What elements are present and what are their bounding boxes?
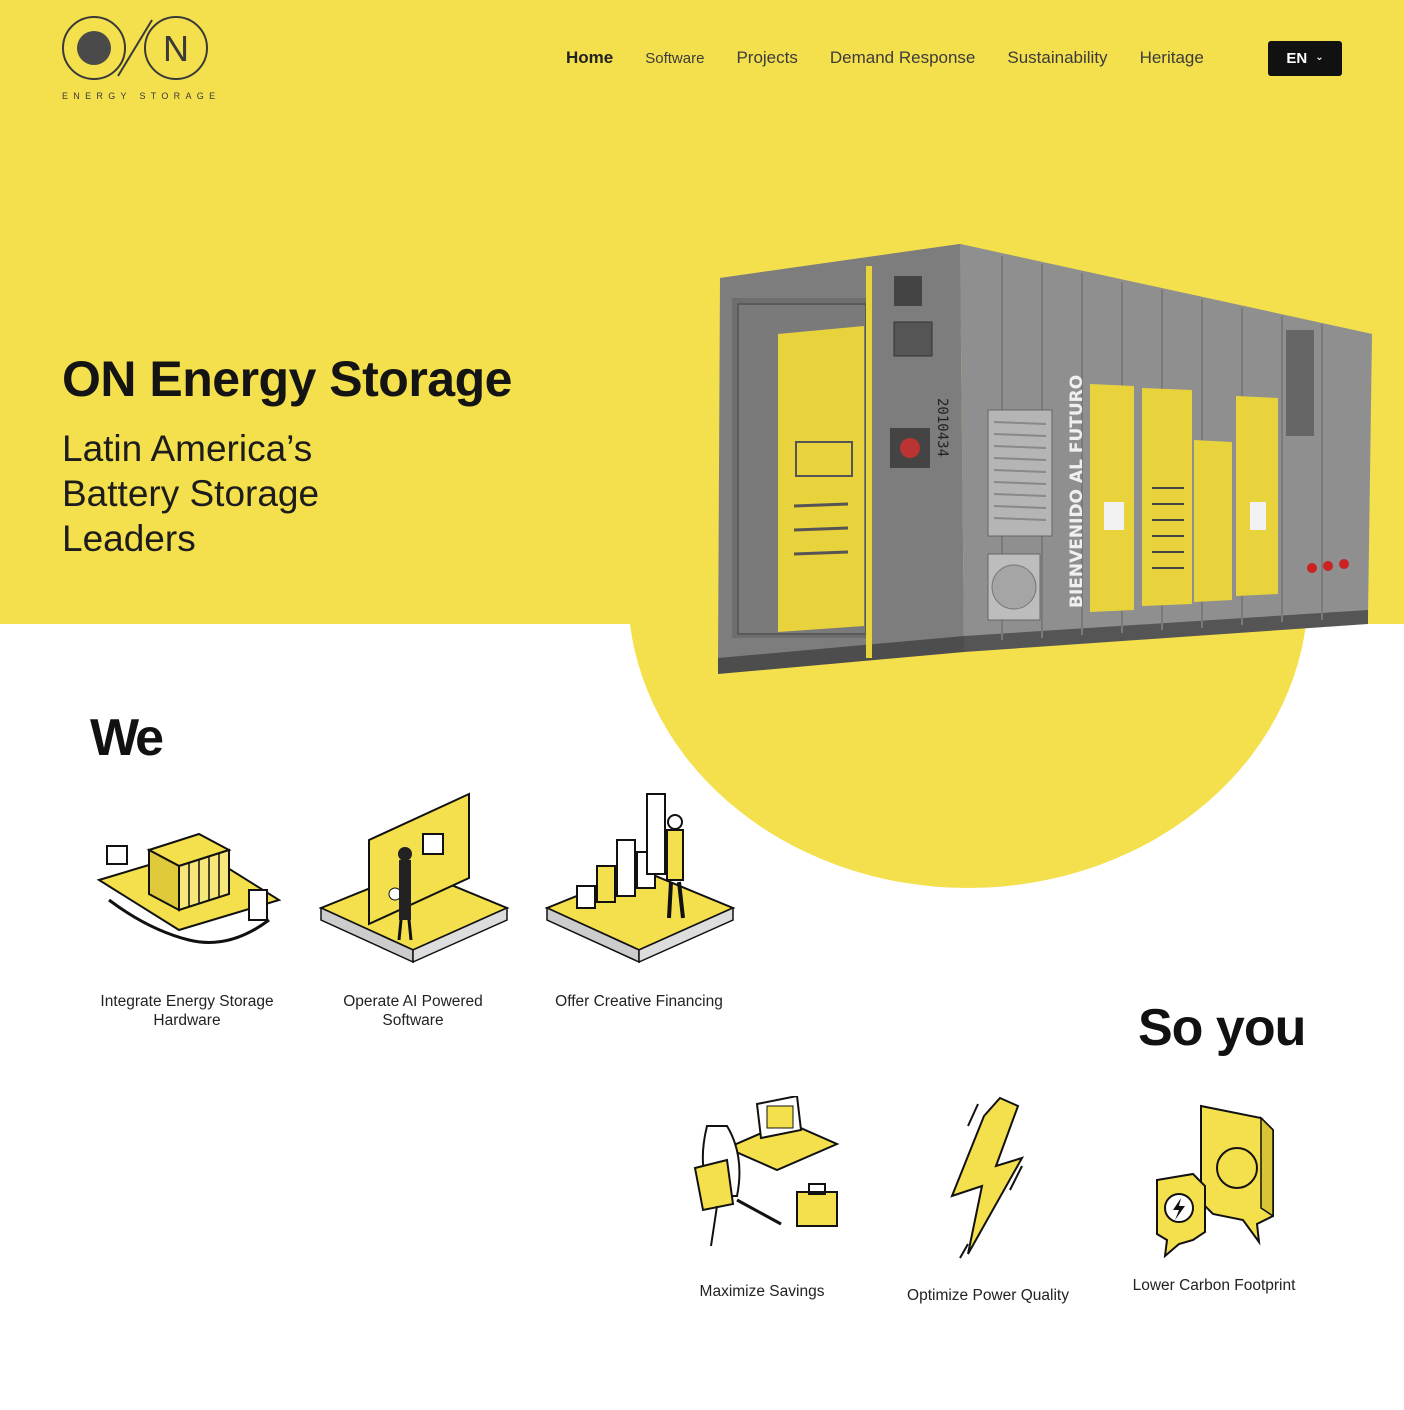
we-item-label: Operate AI Powered Software [343, 993, 483, 1029]
we-item-hardware: Integrate Energy Storage Hardware [87, 820, 287, 1030]
language-label: EN [1286, 50, 1308, 67]
we-item-software: Operate AI Powered Software [313, 790, 513, 1030]
logo-tagline: ENERGY STORAGE [62, 91, 221, 101]
chevron-down-icon: ⌄ [1315, 52, 1324, 63]
nav-heritage[interactable]: Heritage [1140, 48, 1204, 68]
we-item-financing: Offer Creative Financing [539, 790, 739, 1011]
svg-text:N: N [163, 28, 189, 69]
so-you-heading: So you [1138, 999, 1306, 1057]
hero-subtitle: Latin America’s Battery Storage Leaders [62, 428, 320, 559]
chat-bubbles-icon [1156, 1104, 1274, 1258]
on-logo-icon: N [62, 16, 208, 80]
workspace-savings-icon [693, 1096, 840, 1247]
nav-sustainability[interactable]: Sustainability [1007, 48, 1107, 68]
nav-home[interactable]: Home [566, 48, 613, 68]
nav-demand-response[interactable]: Demand Response [830, 48, 976, 68]
main-nav: Home Software Projects Demand Response S… [566, 40, 1236, 76]
hero-title: ON Energy Storage [62, 351, 512, 407]
nav-software[interactable]: Software [645, 50, 704, 67]
so-you-item-label: Optimize Power Quality [907, 1287, 1069, 1304]
battery-hardware-icon [96, 832, 282, 944]
svg-text:BIENVENIDO AL FUTURO: BIENVENIDO AL FUTURO [1067, 375, 1087, 608]
so-you-item-power: Optimize Power Quality [888, 1092, 1088, 1305]
we-heading: We [90, 709, 164, 767]
financing-chart-icon [544, 793, 736, 964]
so-you-item-label: Maximize Savings [699, 1283, 825, 1300]
svg-text:2010434: 2010434 [934, 398, 950, 457]
battery-container-image: 2010434 BIENVENIDO AL FUTURO [718, 244, 1372, 674]
ai-software-icon [318, 792, 510, 964]
so-you-item-label: Lower Carbon Footprint [1132, 1277, 1296, 1294]
we-item-label: Integrate Energy Storage Hardware [100, 993, 274, 1029]
nav-projects[interactable]: Projects [736, 48, 797, 68]
so-you-item-savings: Maximize Savings [662, 1096, 862, 1301]
so-you-item-carbon: Lower Carbon Footprint [1114, 1098, 1314, 1295]
lightning-bolt-icon [950, 1096, 1025, 1259]
brand-logo[interactable]: N ENERGY STORAGE [60, 14, 216, 104]
language-selector[interactable]: EN ⌄ [1268, 41, 1342, 76]
we-item-label: Offer Creative Financing [555, 993, 723, 1010]
